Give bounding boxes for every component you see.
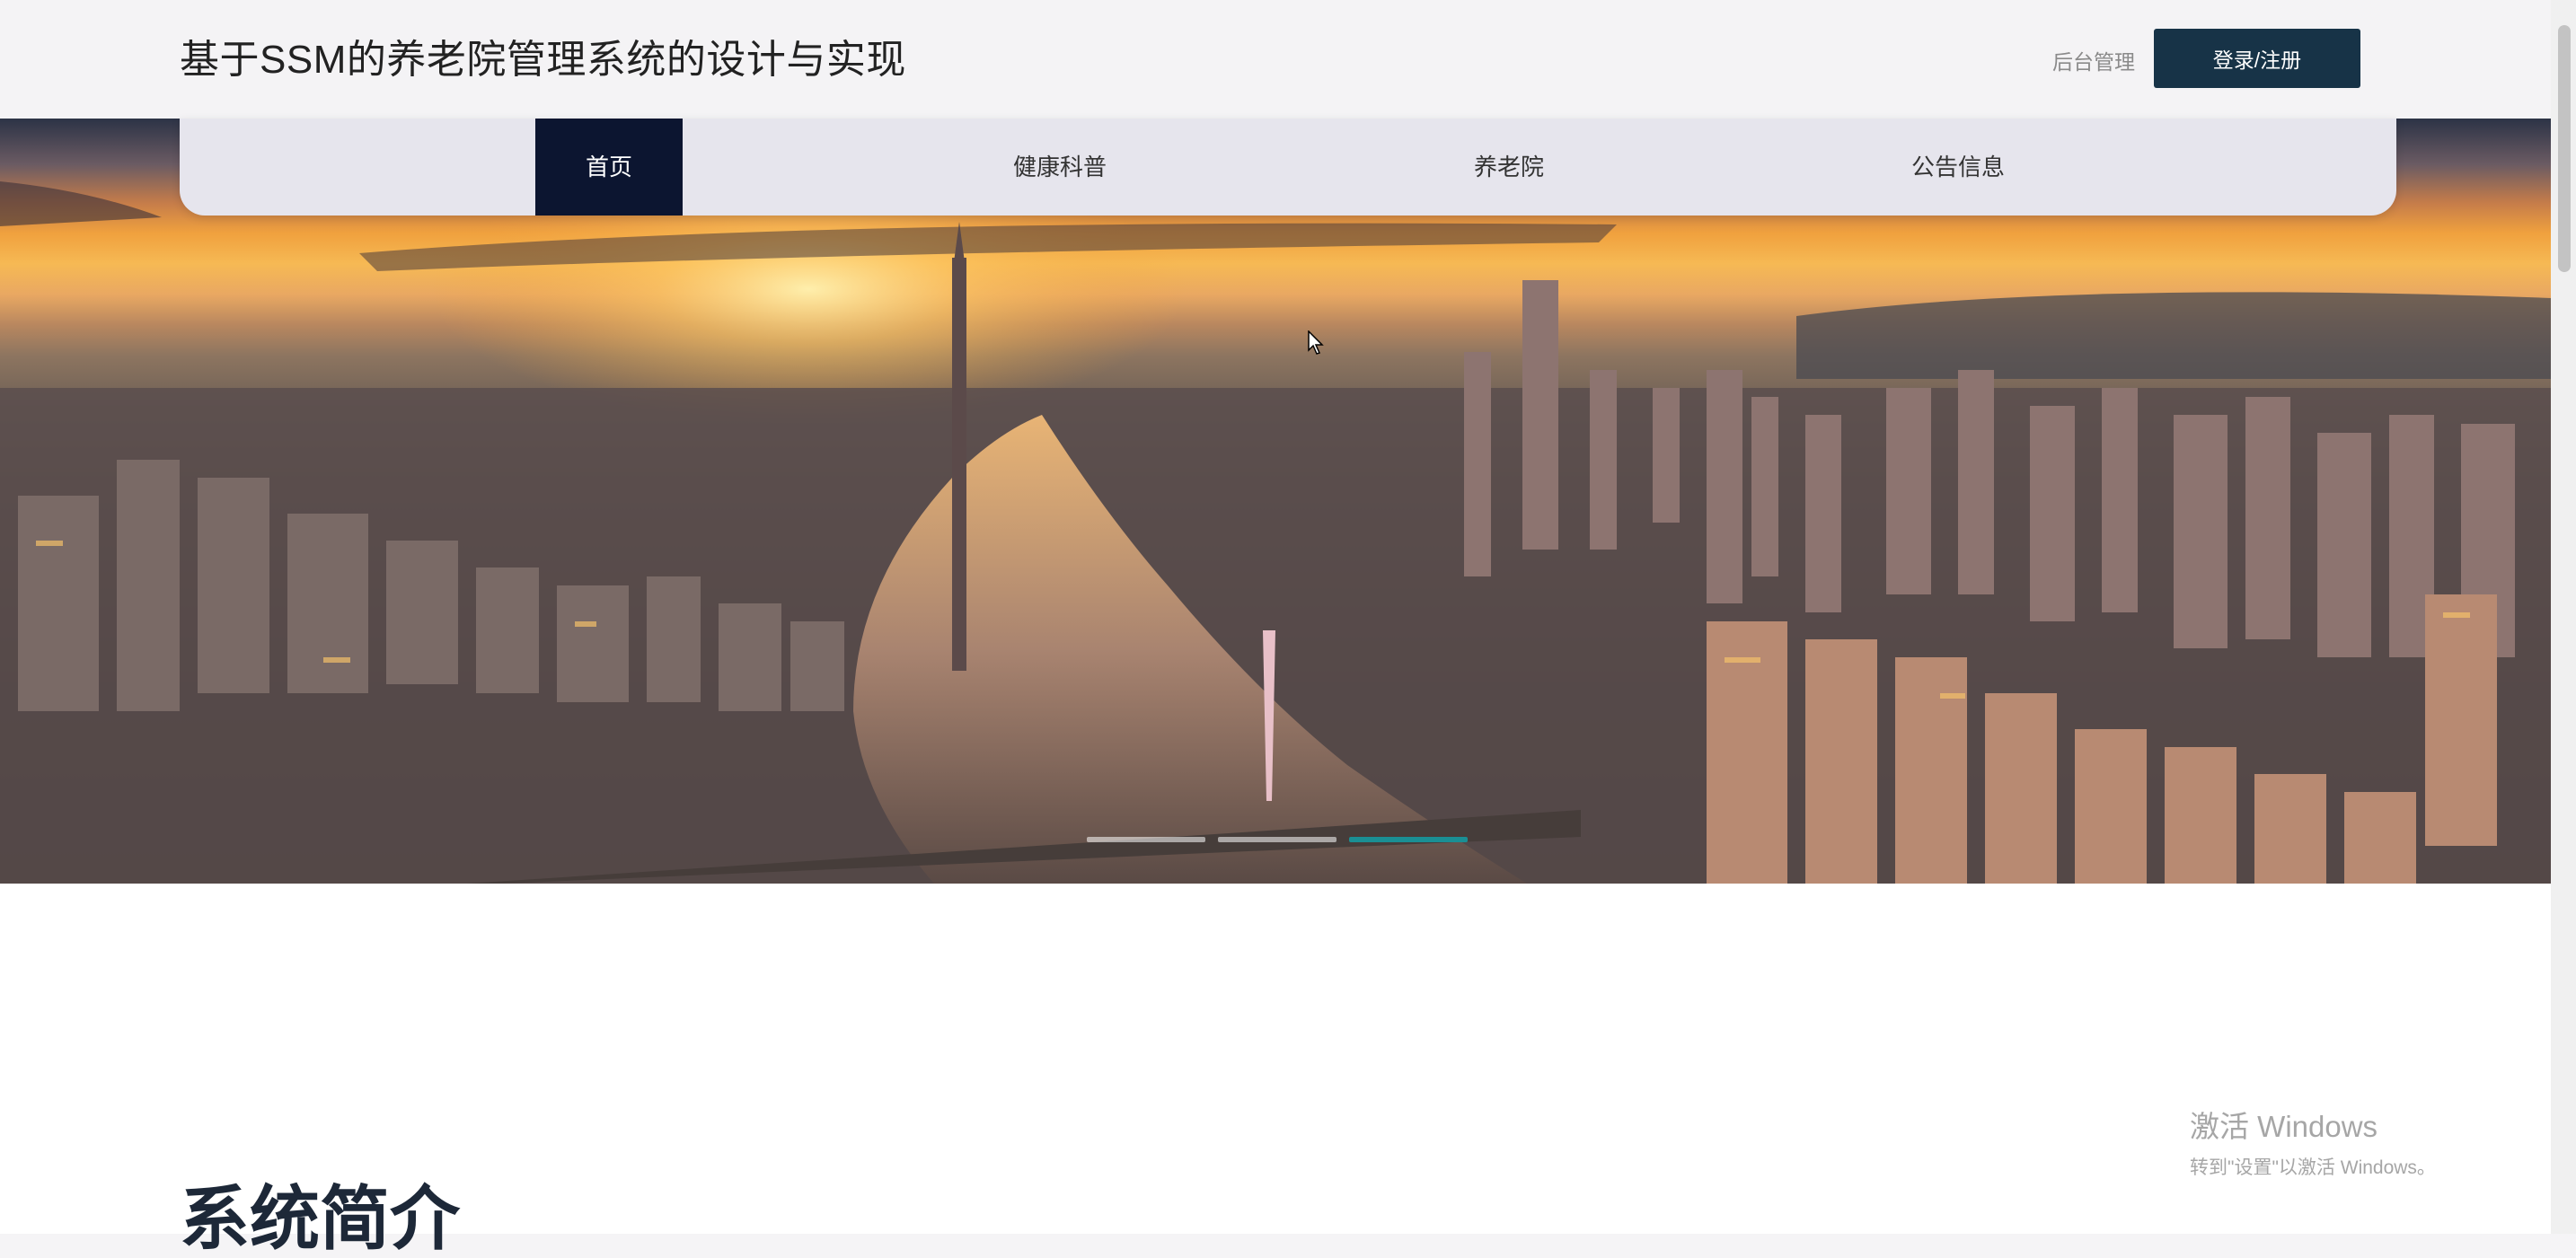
hero-carousel[interactable]: [0, 119, 2551, 884]
main-nav: 首页 健康科普 养老院 公告信息: [180, 119, 2396, 216]
login-register-button[interactable]: 登录/注册: [2154, 29, 2360, 88]
carousel-dot-2[interactable]: [1218, 837, 1337, 842]
mouse-cursor-icon: [1308, 330, 1326, 360]
nav-item-health[interactable]: 健康科普: [970, 119, 1150, 216]
section-title-intro: 系统简介: [180, 1179, 461, 1258]
carousel-dot-3[interactable]: [1349, 837, 1468, 842]
site-title: 基于SSM的养老院管理系统的设计与实现: [180, 38, 906, 82]
vertical-scrollbar[interactable]: [2551, 0, 2576, 1234]
watermark-line1: 激活 Windows: [2190, 1110, 2378, 1143]
watermark-line2: 转到"设置"以激活 Windows。: [2190, 1157, 2436, 1178]
city-skyline-image: [0, 154, 2551, 884]
nav-item-nursing-home[interactable]: 养老院: [1419, 119, 1599, 216]
carousel-dot-1[interactable]: [1087, 837, 1205, 842]
scrollbar-thumb[interactable]: [2558, 25, 2571, 272]
admin-link[interactable]: 后台管理: [2052, 45, 2135, 75]
top-header: 基于SSM的养老院管理系统的设计与实现 后台管理 登录/注册: [0, 0, 2551, 119]
nav-item-announcements[interactable]: 公告信息: [1868, 119, 2048, 216]
nav-item-home[interactable]: 首页: [535, 119, 683, 216]
windows-activation-watermark: 激活 Windows 转到"设置"以激活 Windows。: [2190, 1103, 2436, 1180]
